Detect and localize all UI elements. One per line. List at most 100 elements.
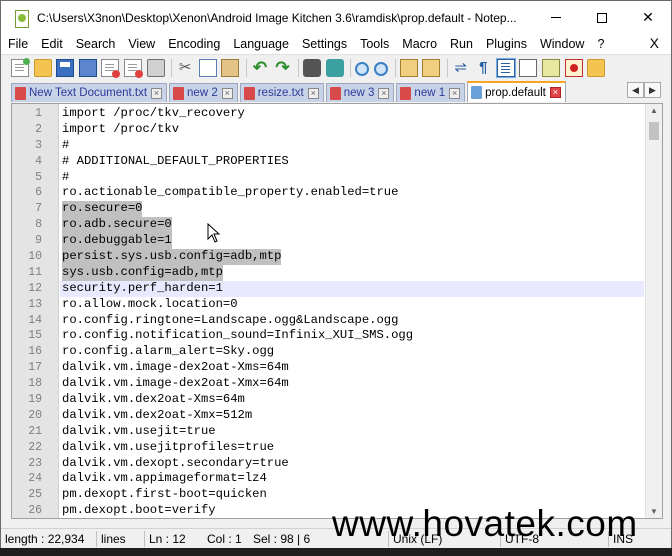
word-wrap-icon[interactable]: ⇌	[452, 59, 470, 77]
menu-item-help[interactable]: ?	[590, 37, 610, 51]
cut-icon[interactable]: ✂	[176, 59, 194, 77]
editor-line[interactable]: 13 ro.allow.mock.location=0	[12, 297, 644, 313]
close-file-icon[interactable]	[101, 58, 121, 78]
save-all-icon[interactable]	[78, 58, 97, 77]
menu-item-file[interactable]: File	[1, 37, 34, 51]
vertical-scrollbar[interactable]: ▲ ▼	[645, 104, 662, 518]
replace-icon[interactable]	[325, 58, 344, 77]
scrollbar-thumb[interactable]	[649, 122, 659, 140]
scroll-up-icon[interactable]: ▲	[650, 106, 658, 115]
file-icon	[400, 86, 412, 100]
close-window-button[interactable]: ✕	[625, 1, 671, 34]
editor-line[interactable]: 15 ro.config.notification_sound=Infinix_X…	[12, 328, 644, 344]
tab-close-icon[interactable]: ×	[449, 87, 461, 99]
menu-item-view[interactable]: View	[121, 37, 161, 51]
text-editor[interactable]: 1 import /proc/tkv_recovery 2 import /proc/…	[11, 103, 663, 519]
tab-scroll-left-button[interactable]: ◀	[627, 82, 644, 98]
paste-icon[interactable]	[221, 58, 240, 77]
tab-label: new 2	[187, 87, 218, 99]
tab-close-icon[interactable]: ×	[549, 87, 561, 98]
editor-line[interactable]: 3 #	[12, 138, 644, 154]
editor-line[interactable]: 7 ro.secure=0	[12, 201, 644, 218]
tab-scroll-right-button[interactable]: ▶	[644, 82, 661, 98]
tab-new-2[interactable]: new 2 ×	[169, 83, 238, 102]
print-icon[interactable]	[146, 58, 165, 77]
indent-guide-icon[interactable]	[495, 57, 516, 78]
show-all-chars-icon[interactable]: ¶	[474, 59, 492, 77]
editor-line[interactable]: 4 # ADDITIONAL_DEFAULT_PROPERTIES	[12, 154, 644, 170]
close-document-button[interactable]: X	[650, 35, 659, 51]
copy-icon[interactable]	[198, 58, 217, 77]
editor-line[interactable]: 18 dalvik.vm.image-dex2oat-Xmx=64m	[12, 376, 644, 392]
editor-line[interactable]: 21 dalvik.vm.usejit=true	[12, 424, 644, 440]
minimize-icon	[551, 17, 561, 18]
line-number: 6	[35, 186, 42, 200]
zoom-out-icon[interactable]	[373, 61, 388, 76]
menu-item-window[interactable]: Window	[533, 37, 590, 51]
line-text: pm.dexopt.first-boot=quicken	[62, 487, 267, 502]
folder-workspace-icon[interactable]	[587, 58, 606, 77]
zoom-in-icon[interactable]	[355, 61, 370, 76]
editor-line[interactable]: 22 dalvik.vm.usejitprofiles=true	[12, 440, 644, 456]
sync-horizontal-icon[interactable]	[422, 58, 441, 77]
notepad-app-icon	[13, 9, 29, 28]
menu-item-run[interactable]: Run	[443, 37, 479, 51]
tab-close-icon[interactable]: ×	[307, 87, 319, 99]
find-icon[interactable]	[303, 58, 322, 77]
line-number: 2	[35, 122, 42, 136]
tab-close-icon[interactable]: ×	[221, 87, 233, 99]
editor-line[interactable]: 9 ro.debuggable=1	[12, 233, 644, 250]
menu-item-edit[interactable]: Edit	[34, 37, 69, 51]
macro-record-icon[interactable]	[564, 58, 583, 77]
tab-prop-default[interactable]: prop.default ×	[467, 81, 566, 102]
function-list-icon[interactable]	[519, 58, 538, 77]
tab-new-3[interactable]: new 3 ×	[325, 83, 395, 102]
editor-line[interactable]: 24 dalvik.vm.appimageformat=lz4	[12, 471, 644, 487]
close-all-icon[interactable]	[123, 58, 143, 78]
editor-line[interactable]: 14 ro.config.ringtone=Landscape.ogg&Lands…	[12, 313, 644, 329]
editor-line[interactable]: 5 #	[12, 170, 644, 186]
editor-line[interactable]: 25 pm.dexopt.first-boot=quicken	[12, 487, 644, 503]
editor-line[interactable]: 16 ro.config.alarm_alert=Sky.ogg	[12, 344, 644, 360]
menu-item-language[interactable]: Language	[226, 37, 295, 51]
editor-line[interactable]: 19 dalvik.vm.dex2oat-Xms=64m	[12, 392, 644, 408]
editor-line[interactable]: 10 persist.sys.usb.config=adb,mtp	[12, 249, 644, 265]
document-map-icon[interactable]	[542, 58, 561, 77]
new-icon[interactable]	[11, 57, 30, 77]
editor-lines: 1 import /proc/tkv_recovery 2 import /proc/…	[12, 106, 644, 518]
menu-item-plugins[interactable]: Plugins	[479, 37, 533, 51]
editor-line[interactable]: 8 ro.adb.secure=0	[12, 217, 644, 234]
tab-close-icon[interactable]: ×	[151, 87, 163, 99]
menu-item-macro[interactable]: Macro	[395, 37, 443, 51]
editor-line[interactable]: 17 dalvik.vm.image-dex2oat-Xms=64m	[12, 360, 644, 376]
menu-item-search[interactable]: Search	[69, 37, 122, 51]
tab-resize-txt[interactable]: resize.txt ×	[239, 83, 324, 102]
line-number: 18	[28, 377, 42, 391]
menu-item-settings[interactable]: Settings	[295, 37, 353, 51]
open-icon[interactable]	[33, 58, 52, 77]
tab-label: resize.txt	[257, 87, 304, 99]
file-icon	[243, 86, 255, 100]
maximize-button[interactable]	[579, 1, 625, 34]
line-text: #	[62, 169, 70, 184]
editor-line[interactable]: 1 import /proc/tkv_recovery	[12, 106, 644, 122]
editor-line[interactable]: 6 ro.actionable_compatible_property.enabl…	[12, 185, 644, 201]
undo-icon[interactable]: ↶	[251, 58, 269, 77]
minimize-button[interactable]	[533, 1, 579, 34]
editor-line[interactable]: 2 import /proc/tkv	[12, 122, 644, 138]
save-icon[interactable]	[56, 58, 75, 77]
status-column: Col : 1	[207, 531, 242, 546]
tab-new-1[interactable]: new 1 ×	[396, 83, 466, 102]
editor-line[interactable]: 12 security.perf_harden=1	[12, 280, 644, 297]
editor-line[interactable]: 23 dalvik.vm.dexopt.secondary=true	[12, 456, 644, 472]
scroll-down-icon[interactable]: ▼	[650, 507, 658, 516]
toolbar-separator	[350, 58, 352, 77]
sync-vertical-icon[interactable]	[399, 58, 418, 77]
redo-icon[interactable]: ↷	[274, 58, 292, 77]
editor-line[interactable]: 20 dalvik.vm.dex2oat-Xmx=512m	[12, 408, 644, 424]
editor-line[interactable]: 11 sys.usb.config=adb,mtp	[12, 264, 644, 281]
menu-item-tools[interactable]: Tools	[353, 37, 395, 51]
tab-close-icon[interactable]: ×	[378, 87, 390, 99]
menu-item-encoding[interactable]: Encoding	[161, 37, 226, 51]
tab-new-text-document-txt[interactable]: New Text Document.txt ×	[11, 83, 168, 102]
